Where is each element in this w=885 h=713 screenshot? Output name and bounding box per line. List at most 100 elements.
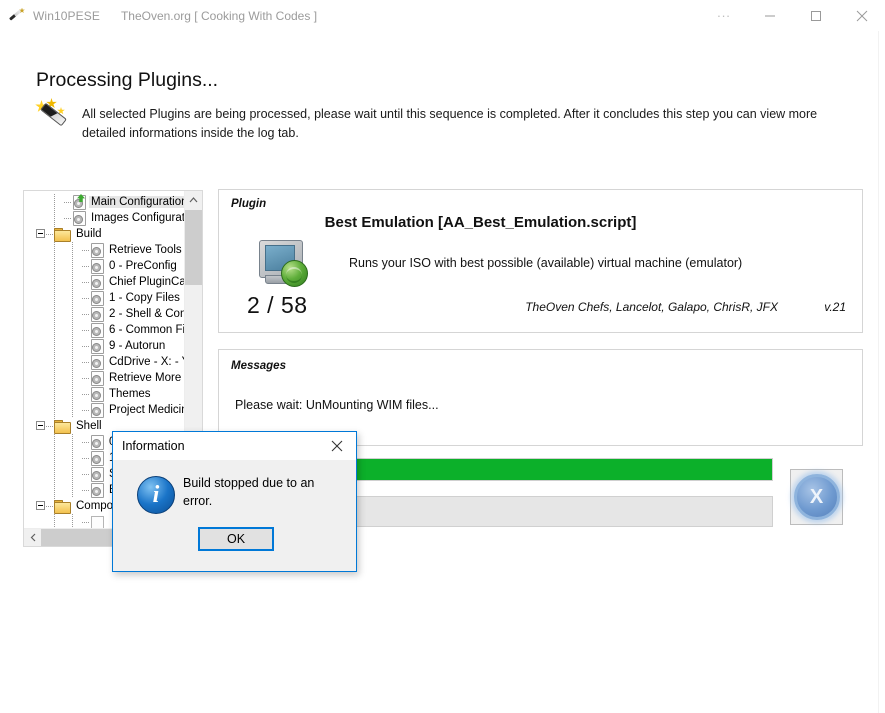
stop-build-button[interactable]: X [790,469,843,525]
tree-guide-line [54,274,55,290]
tree-guide-line [64,218,72,219]
tree-item-label: Retrieve More Logs [109,372,185,384]
tree-item[interactable]: CdDrive - X: - Y: [24,354,185,370]
tree-guide-line [54,194,55,210]
script-icon [90,371,104,386]
script-icon [90,387,104,402]
tree-item[interactable]: Build [24,226,185,242]
tree-item-label: 0 - PreConfig [109,260,177,272]
tree-guide-line [54,242,55,258]
tree-item[interactable]: Project Medicine [24,402,185,418]
tree-item[interactable]: Themes [24,386,185,402]
plugin-progress-count: 2 / 58 [247,292,308,318]
tree-item[interactable]: 0 - PreConfig [24,258,185,274]
script-icon [90,259,104,274]
information-dialog: Information i Build stopped due to an er… [112,431,357,572]
tree-item-label: Images Configuration [91,212,185,224]
tree-item-label: Compo [76,500,114,512]
tree-guide-line [82,410,90,411]
close-button[interactable] [839,0,885,31]
tree-guide-line [54,258,55,274]
tree-guide-line [82,490,90,491]
tree-item[interactable]: Retrieve Tools [24,242,185,258]
tree-guide-line [54,290,55,306]
magic-wand-icon [8,7,26,25]
tree-item-label: CdDrive - X: - Y: [109,356,185,368]
script-icon [90,291,104,306]
tree-guide-line [82,442,90,443]
tree-guide-line [54,450,55,466]
tree-item[interactable]: Main Configuration [24,194,185,210]
tree-expander-icon[interactable] [36,229,45,238]
stop-x-icon: X [793,474,840,520]
tree-guide-line [72,434,73,450]
tree-guide-line [54,402,55,418]
dialog-ok-button[interactable]: OK [198,527,274,551]
page-icon [90,515,104,529]
dialog-close-button[interactable] [318,432,356,460]
window-subtitle: TheOven.org [ Cooking With Codes ] [120,8,318,23]
tree-guide-line [82,474,90,475]
tree-item-label: 1 - Copy Files [109,292,180,304]
minimize-button[interactable] [747,0,793,31]
tree-expander-icon[interactable] [36,421,45,430]
tree-item-label: Chief PluginCache [109,276,185,288]
page-description: All selected Plugins are being processed… [82,107,818,140]
tree-item[interactable]: Images Configuration [24,210,185,226]
tree-guide-line [72,322,73,338]
tree-item-label: Main Configuration [89,196,185,208]
window-controls: ... [701,0,885,31]
tree-guide-line [82,362,90,363]
plugin-name: Best Emulation [AA_Best_Emulation.script… [324,214,637,231]
plugin-group-title: Plugin [231,198,267,210]
tree-vscroll-thumb[interactable] [185,210,202,285]
application-window: Win10PESE TheOven.org [ Cooking With Cod… [0,0,885,713]
tree-guide-line [54,210,55,226]
tree-guide-line [54,306,55,322]
tree-guide-line [82,330,90,331]
tree-item[interactable]: 6 - Common Files [24,322,185,338]
script-icon [90,355,104,370]
tree-guide-line [72,258,73,274]
tree-guide-line [46,426,54,427]
more-button[interactable]: ... [701,0,747,31]
script-icon [90,403,104,418]
tree-expander-icon[interactable] [36,501,45,510]
tree-guide-line [54,482,55,498]
folder-icon [54,499,71,514]
tree-guide-line [72,466,73,482]
tree-item-label: Retrieve Tools [109,244,182,256]
tree-item[interactable]: 2 - Shell & Config [24,306,185,322]
tree-guide-line [72,386,73,402]
maximize-button[interactable] [793,0,839,31]
tree-guide-line [82,378,90,379]
script-icon [90,435,104,450]
script-icon [90,307,104,322]
tree-guide-line [82,522,90,523]
tree-item[interactable]: Retrieve More Logs [24,370,185,386]
tree-guide-line [54,354,55,370]
computer-globe-icon [257,238,309,288]
messages-group-title: Messages [231,360,286,372]
tree-guide-line [64,202,72,203]
dialog-message: Build stopped due to an error. [183,476,315,508]
tree-guide-line [82,282,90,283]
script-icon [90,451,104,466]
script-icon [90,483,104,498]
tree-item[interactable]: Chief PluginCache [24,274,185,290]
tree-guide-line [46,234,54,235]
script-icon [72,211,86,226]
tree-guide-line [46,506,54,507]
tree-item-label: Shell [76,420,102,432]
tree-guide-line [82,346,90,347]
folder-icon [54,227,71,242]
scroll-up-button[interactable] [185,191,202,208]
scroll-left-button[interactable] [24,529,41,546]
plugin-description: Runs your ISO with best possible (availa… [349,256,743,270]
tree-guide-line [54,434,55,450]
tree-item[interactable]: 9 - Autorun [24,338,185,354]
tree-guide-line [54,514,55,529]
tree-guide-line [72,290,73,306]
tree-item[interactable]: 1 - Copy Files [24,290,185,306]
tree-guide-line [82,458,90,459]
